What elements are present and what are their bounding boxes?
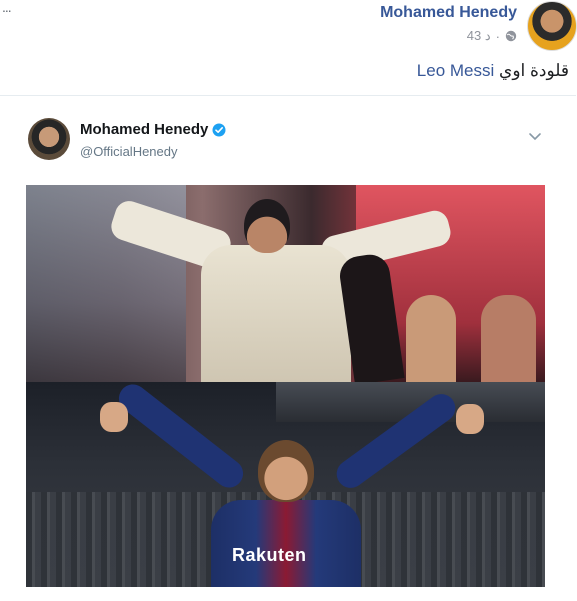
player-head (258, 440, 314, 502)
author-avatar[interactable] (527, 1, 577, 51)
performer-head (244, 199, 290, 253)
timestamp-link[interactable]: 43 د (467, 28, 491, 44)
meta-separator: · (495, 28, 500, 44)
globe-icon (505, 30, 517, 42)
player-hand-left (100, 402, 128, 432)
tweet-author-name-text: Mohamed Henedy (80, 121, 209, 138)
facebook-post-header: ... Mohamed Henedy 43 د · قلودة اوي Leo … (0, 0, 577, 90)
mention-link[interactable]: Leo Messi (417, 61, 494, 80)
tweet-handle[interactable]: @OfficialHenedy (80, 144, 178, 159)
player-arm-left (113, 378, 249, 494)
player-hand-right (456, 404, 484, 434)
jersey-sponsor-text: Rakuten (232, 545, 307, 565)
player-jersey (211, 500, 361, 587)
media-frame-stadium: Rakuten (26, 378, 545, 587)
media-frame-performer (26, 185, 545, 385)
post-text-body: قلودة اوي (499, 61, 569, 80)
author-name-link[interactable]: Mohamed Henedy (380, 4, 517, 22)
post-text: قلودة اوي Leo Messi (417, 61, 569, 81)
post-meta: 43 د · (467, 28, 517, 44)
audience-member (406, 295, 456, 382)
embedded-tweet-card[interactable]: Mohamed Henedy @OfficialHenedy Rakuten (0, 95, 576, 601)
post-options-dots[interactable]: ... (2, 0, 12, 14)
chevron-down-icon[interactable] (528, 132, 542, 142)
tweet-avatar[interactable] (28, 118, 70, 160)
tweet-media[interactable]: Rakuten (26, 185, 545, 587)
verified-icon (212, 123, 226, 136)
performer-costume (201, 245, 351, 382)
audience-member (481, 295, 536, 382)
tweet-author-name[interactable]: Mohamed Henedy (80, 121, 226, 138)
